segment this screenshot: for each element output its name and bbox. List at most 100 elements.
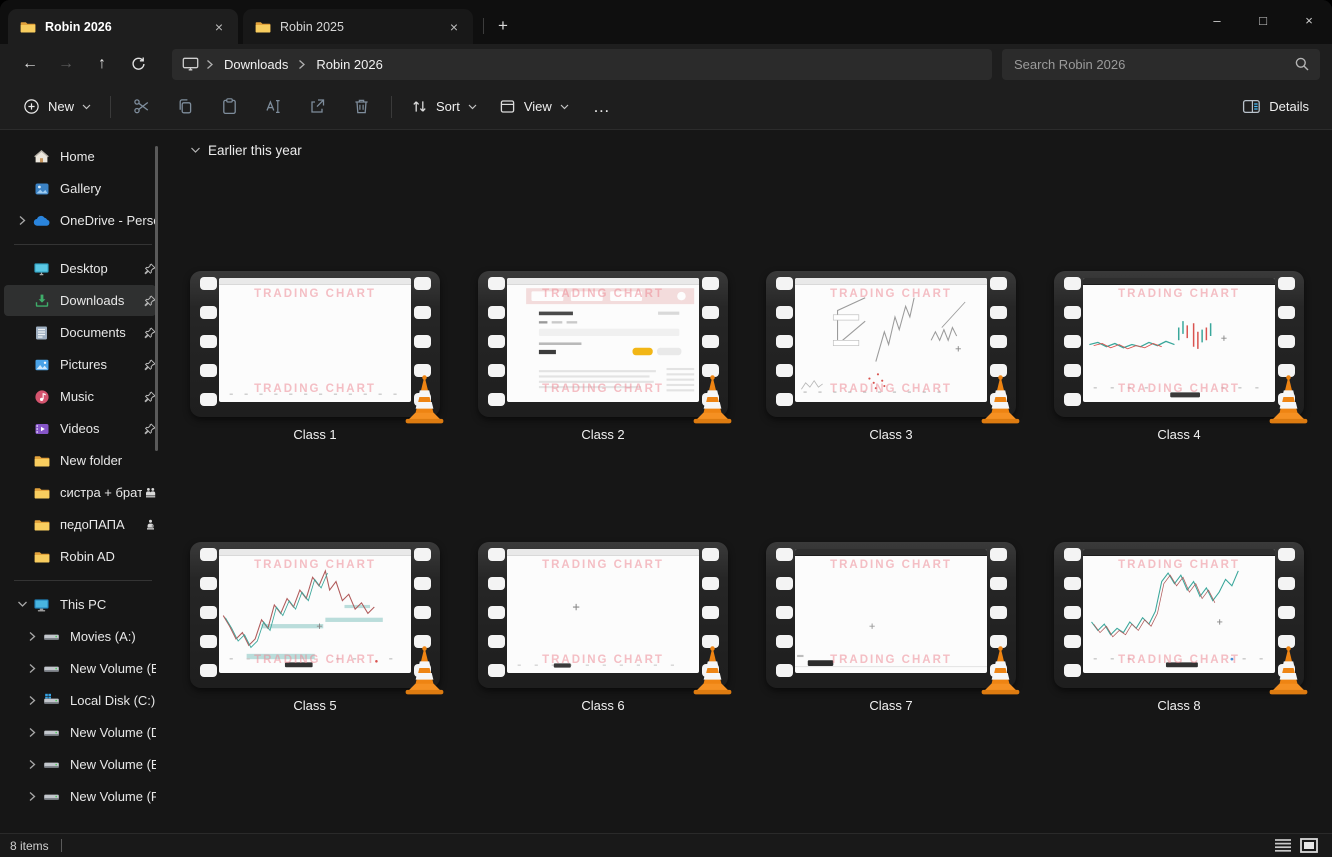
rename-button[interactable] [251, 90, 295, 124]
sidebar-item-gallery[interactable]: Gallery [4, 173, 156, 204]
command-separator [391, 95, 393, 118]
paste-button[interactable] [207, 90, 251, 124]
thumbnail-sketch [229, 393, 397, 395]
copy-button[interactable] [163, 90, 207, 124]
new-button[interactable]: New [12, 90, 102, 124]
file-explorer-window: Robin 2026 × Robin 2025 × + – □ × ← → ↑ [0, 0, 1332, 857]
tab-robin-2026[interactable]: Robin 2026 × [8, 9, 238, 44]
more-options-button[interactable]: … [580, 90, 624, 124]
tab-robin-2025[interactable]: Robin 2025 × [243, 9, 473, 44]
minimize-button[interactable]: – [1194, 0, 1240, 40]
address-bar[interactable]: Downloads Robin 2026 [172, 48, 992, 80]
tab-close-icon[interactable]: × [208, 16, 230, 38]
large-icons-view-toggle-icon[interactable] [1300, 838, 1318, 853]
local-disk-icon [42, 693, 61, 708]
search-box[interactable] [1002, 48, 1320, 80]
vlc-cone-icon [1269, 375, 1308, 424]
sidebar-item-videos[interactable]: Videos [4, 413, 156, 444]
pictures-icon [32, 357, 51, 373]
file-tile-class-6[interactable]: TRADING CHART TRADING CHART Class 6 [478, 542, 732, 713]
delete-button[interactable] [339, 90, 383, 124]
sidebar-item-pedopapa[interactable]: педоПАПА [4, 509, 156, 540]
sidebar-item-desktop[interactable]: Desktop [4, 253, 156, 284]
breadcrumb-robin-2026[interactable]: Robin 2026 [313, 57, 386, 72]
window-controls: – □ × [1194, 0, 1332, 40]
chevron-right-icon [298, 59, 306, 70]
search-icon[interactable] [1294, 56, 1310, 72]
group-header[interactable]: Earlier this year [190, 139, 1332, 161]
view-button[interactable]: View [488, 90, 580, 124]
onedrive-cloud-icon [32, 214, 51, 227]
file-tile-class-5[interactable]: TRADING CHART TRADING CHART Class 5 [190, 542, 444, 713]
file-tile-class-2[interactable]: TRADING CHART TRADING CHART Class 2 [478, 271, 732, 442]
expand-chevron-icon[interactable] [22, 759, 42, 770]
maximize-button[interactable]: □ [1240, 0, 1286, 40]
sidebar-item-robin-ad[interactable]: Robin AD [4, 541, 156, 572]
vlc-cone-icon [981, 375, 1020, 424]
new-tab-button[interactable]: + [488, 12, 518, 40]
details-view-toggle-icon[interactable] [1274, 838, 1292, 853]
new-button-label: New [48, 99, 75, 114]
tab-close-icon[interactable]: × [443, 16, 465, 38]
sidebar-item-new-folder[interactable]: New folder [4, 445, 156, 476]
details-pane-button[interactable]: Details [1231, 90, 1320, 124]
expand-chevron-icon[interactable] [22, 791, 42, 802]
command-bar: New Sort View … Details [0, 84, 1332, 130]
sidebar-label: систра + брат [60, 485, 142, 500]
file-tile-class-7[interactable]: TRADING CHART TRADING CHART Class 7 [766, 542, 1020, 713]
share-button[interactable] [295, 90, 339, 124]
details-pane-icon [1242, 98, 1261, 115]
sidebar-item-drive-c[interactable]: Local Disk (C:) [4, 685, 156, 716]
sidebar-item-drive-f[interactable]: New Volume (F:) [4, 781, 156, 812]
sidebar-item-drive-e[interactable]: New Volume (E:) [4, 749, 156, 780]
file-tile-class-8[interactable]: TRADING CHART TRADING CHART Class 8 [1054, 542, 1308, 713]
file-tile-class-4[interactable]: TRADING CHART TRADING CHART Class 4 [1054, 271, 1308, 442]
file-tile-class-3[interactable]: TRADING CHART TRADING CHART Class 3 [766, 271, 1020, 442]
expand-chevron-icon[interactable] [22, 695, 42, 706]
sidebar-item-home[interactable]: Home [4, 141, 156, 172]
filmstrip-thumbnail: TRADING CHART TRADING CHART [190, 542, 444, 695]
drive-icon [42, 790, 61, 804]
close-button[interactable]: × [1286, 0, 1332, 40]
folder-icon [32, 485, 51, 501]
sidebar-item-onedrive[interactable]: OneDrive - Personal [4, 205, 156, 236]
breadcrumb-downloads[interactable]: Downloads [221, 57, 291, 72]
this-pc-monitor-icon [182, 56, 199, 72]
sidebar-item-music[interactable]: Music [4, 381, 156, 412]
sidebar-item-downloads[interactable]: Downloads [4, 285, 156, 316]
folder-icon [255, 19, 271, 35]
sort-button[interactable]: Sort [400, 90, 488, 124]
sidebar-item-drive-b[interactable]: New Volume (B:) [4, 653, 156, 684]
chevron-down-icon [82, 104, 91, 110]
file-tile-class-1[interactable]: TRADING CHART TRADING CHART Class 1 [190, 271, 444, 442]
expand-chevron-icon[interactable] [22, 727, 42, 738]
video-frame: TRADING CHART TRADING CHART [1083, 278, 1275, 402]
tab-label: Robin 2026 [45, 19, 112, 34]
forward-button[interactable]: → [48, 48, 84, 80]
vlc-cone-icon [405, 646, 444, 695]
cut-button[interactable] [119, 90, 163, 124]
expand-chevron-icon[interactable] [22, 663, 42, 674]
expand-chevron-icon[interactable] [22, 631, 42, 642]
file-name: Class 3 [869, 427, 913, 442]
sidebar-item-this-pc[interactable]: This PC [4, 589, 156, 620]
sidebar-item-documents[interactable]: Documents [4, 317, 156, 348]
sidebar-label: Videos [60, 421, 100, 436]
sidebar-scrollbar[interactable] [155, 146, 158, 451]
expand-chevron-icon[interactable] [12, 215, 32, 226]
status-divider [60, 839, 62, 852]
refresh-button[interactable] [120, 48, 156, 80]
video-frame: TRADING CHART TRADING CHART [795, 278, 987, 402]
sidebar-item-sistra-brat[interactable]: систра + брат [4, 477, 156, 508]
file-name: Class 7 [869, 698, 913, 713]
sidebar-item-drive-d[interactable]: New Volume (D:) [4, 717, 156, 748]
up-button[interactable]: ↑ [84, 48, 120, 80]
sidebar-item-drive-a[interactable]: Movies (A:) [4, 621, 156, 652]
gallery-icon [32, 181, 51, 197]
file-name: Class 1 [293, 427, 337, 442]
collapse-chevron-icon[interactable] [12, 601, 32, 608]
vlc-cone-icon [981, 646, 1020, 695]
search-input[interactable] [1012, 55, 1294, 73]
back-button[interactable]: ← [12, 48, 48, 80]
sidebar-item-pictures[interactable]: Pictures [4, 349, 156, 380]
